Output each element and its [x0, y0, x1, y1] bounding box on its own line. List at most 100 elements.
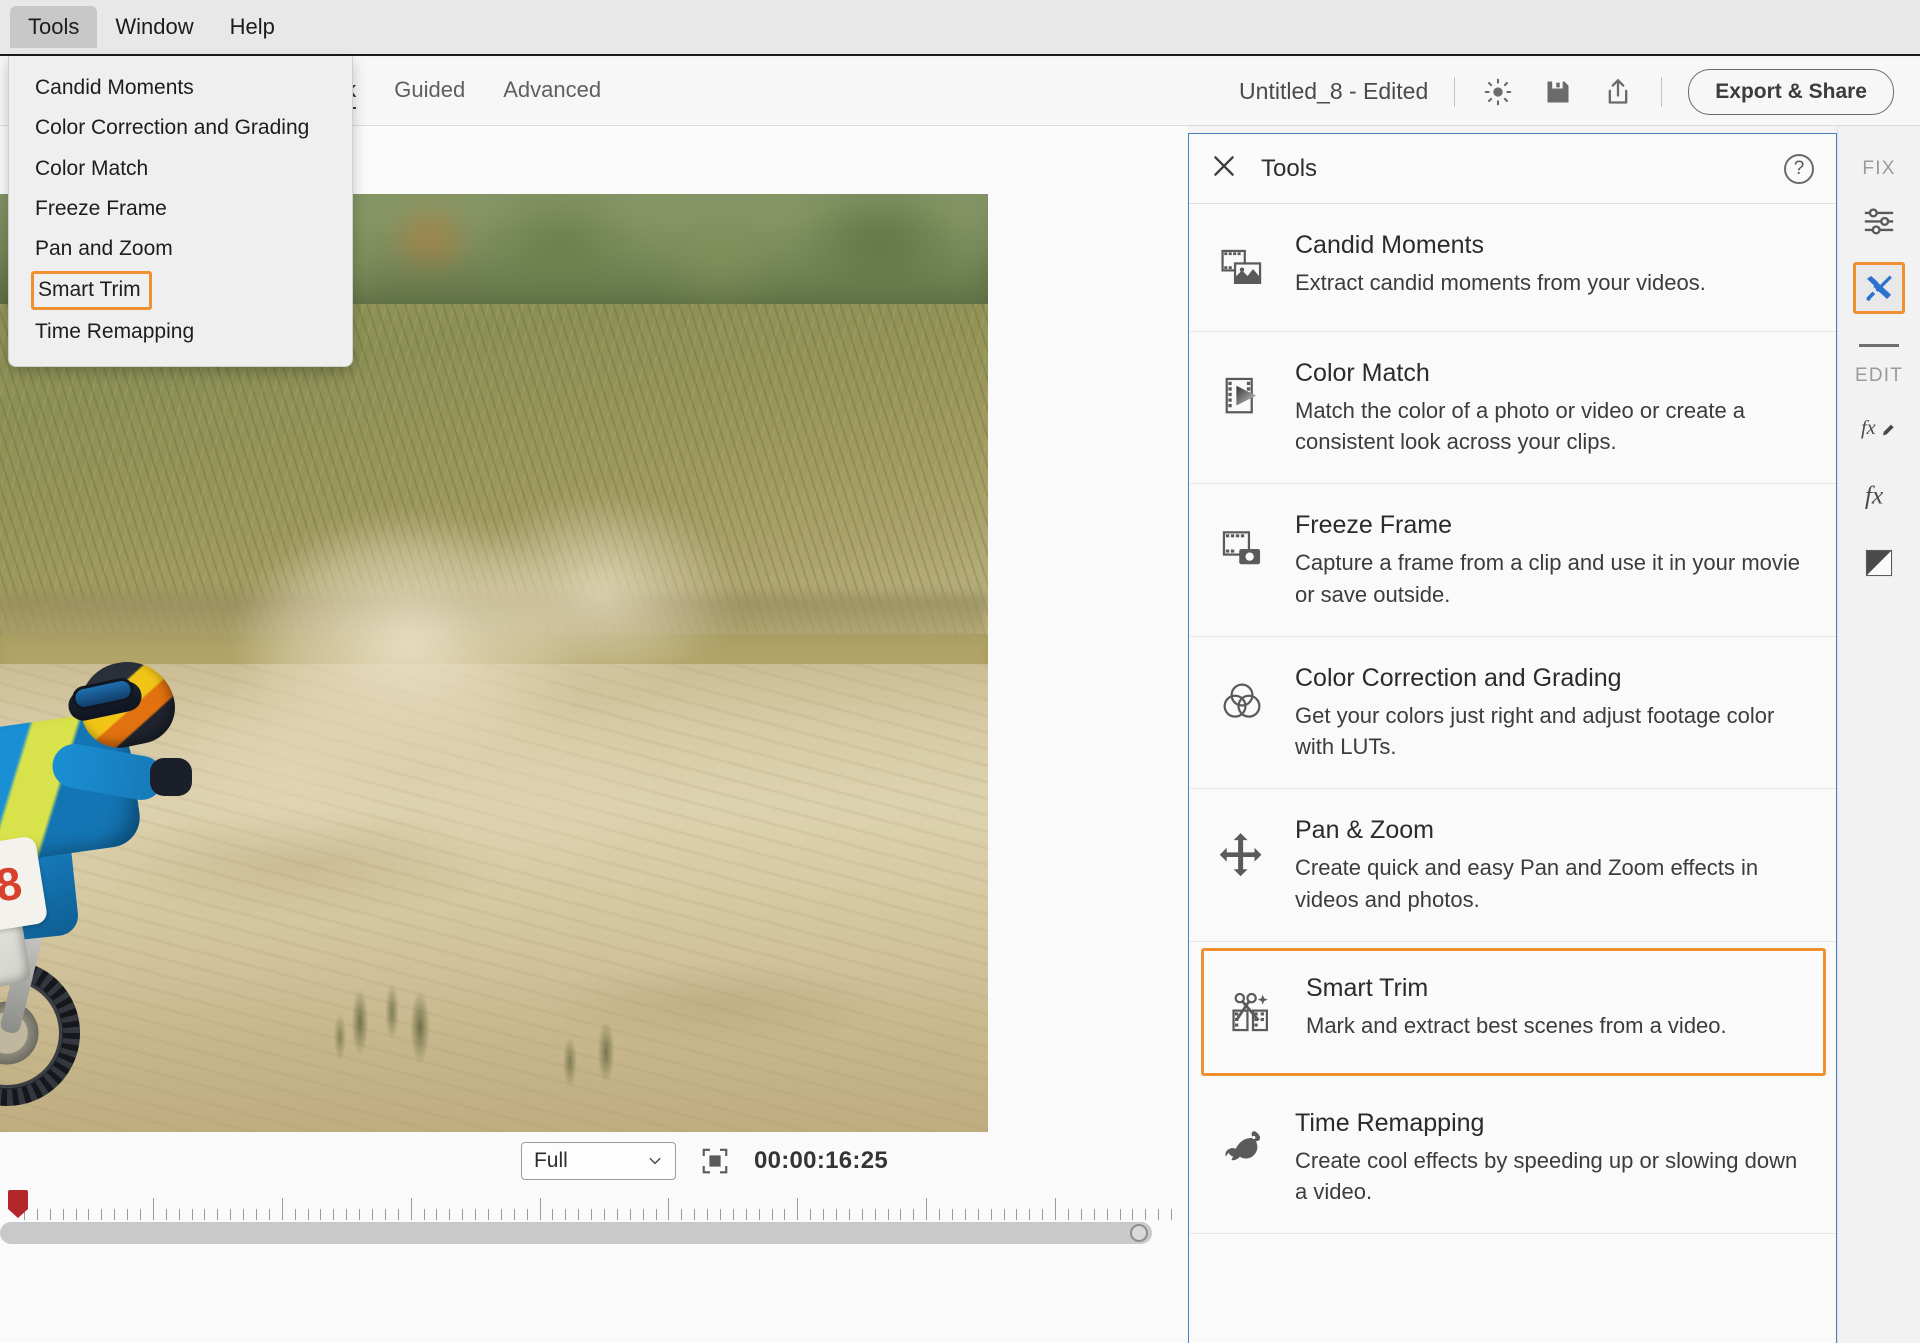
ruler-tick [694, 1209, 696, 1220]
svg-text:fx: fx [1865, 481, 1884, 510]
ruler-tick [423, 1209, 425, 1220]
playback-quality-value: Full [533, 1149, 568, 1172]
fullscreen-icon[interactable] [698, 1144, 732, 1178]
rail-section-edit-label: EDIT [1854, 365, 1904, 386]
scene-bush-1 [300, 942, 490, 1092]
transitions-icon[interactable] [1853, 537, 1905, 589]
tools-panel-title: Tools [1261, 154, 1318, 182]
time-ruler[interactable] [10, 1190, 1173, 1220]
tool-title: Candid Moments [1295, 231, 1484, 259]
tools-dropdown-menu: Candid Moments Color Correction and Grad… [8, 56, 353, 367]
ruler-tick [964, 1209, 966, 1220]
right-sidebar: FIX EDIT fx fx [1837, 126, 1920, 1343]
close-icon[interactable] [1211, 153, 1237, 184]
menu-item-candid-moments[interactable]: Candid Moments [9, 68, 352, 108]
ruler-tick [243, 1209, 245, 1220]
smart-trim-icon [1226, 985, 1280, 1039]
tab-guided[interactable]: Guided [394, 77, 465, 107]
ruler-tick [848, 1209, 850, 1220]
menu-tools[interactable]: Tools [10, 6, 98, 48]
tool-item-color-correction[interactable]: Color Correction and Grading Get your co… [1189, 637, 1836, 790]
ruler-tick [720, 1209, 721, 1220]
timeline-zoom-handle[interactable] [1130, 1224, 1148, 1242]
fx-icon[interactable]: fx [1853, 469, 1905, 521]
tool-title: Time Remapping [1295, 1108, 1485, 1137]
ruler-tick [629, 1209, 631, 1220]
chevron-down-icon [649, 1157, 661, 1165]
adjustments-icon[interactable] [1853, 194, 1905, 246]
ruler-tick [1106, 1209, 1108, 1220]
tool-title: Smart Trim [1306, 973, 1429, 1002]
ruler-tick [410, 1198, 412, 1220]
ruler-tick [475, 1209, 477, 1220]
tools-hammer-icon[interactable] [1853, 262, 1905, 314]
ruler-tick [707, 1209, 709, 1220]
tools-panel: Tools ? Candid Moments Extract candid mo… [1188, 133, 1837, 1343]
share-icon[interactable] [1601, 75, 1635, 109]
ruler-tick [1055, 1198, 1057, 1220]
ruler-tick [114, 1209, 116, 1220]
tool-item-smart-trim[interactable]: Smart Trim Mark and extract best scenes … [1201, 947, 1826, 1076]
tool-title: Color Correction and Grading [1295, 663, 1622, 692]
tool-item-color-match[interactable]: Color Match Match the color of a photo o… [1189, 332, 1836, 485]
tool-text-color-match: Color Match Match the color of a photo o… [1295, 358, 1806, 457]
menu-item-color-match[interactable]: Color Match [9, 149, 352, 189]
playback-quality-select[interactable]: Full [520, 1142, 676, 1180]
tool-item-freeze-frame[interactable]: Freeze Frame Capture a frame from a clip… [1189, 484, 1836, 637]
ruler-tick [397, 1209, 399, 1220]
tool-description: Create cool effects by speeding up or sl… [1295, 1147, 1798, 1205]
ruler-tick [990, 1209, 992, 1220]
tool-item-time-remapping[interactable]: Time Remapping Create cool effects by sp… [1189, 1082, 1836, 1235]
ruler-tick [887, 1209, 889, 1220]
sun-icon[interactable] [1481, 75, 1515, 109]
ruler-tick [578, 1209, 580, 1220]
ruler-tick [810, 1209, 812, 1220]
tool-title: Freeze Frame [1295, 511, 1452, 540]
freeze-frame-icon [1215, 522, 1269, 576]
ruler-tick [359, 1209, 361, 1220]
export-and-share-button[interactable]: Export & Share [1688, 68, 1894, 115]
menu-item-smart-trim-wrap: Smart Trim [9, 269, 352, 311]
ruler-tick [1145, 1209, 1147, 1220]
menu-item-color-correction[interactable]: Color Correction and Grading [9, 108, 352, 148]
ruler-tick [1132, 1209, 1134, 1220]
menu-window[interactable]: Window [97, 6, 211, 48]
menu-item-freeze-frame[interactable]: Freeze Frame [9, 189, 352, 229]
ruler-tick [307, 1209, 309, 1220]
ruler-tick [1171, 1209, 1173, 1220]
ruler-tick [36, 1209, 38, 1220]
ruler-tick [784, 1209, 786, 1220]
document-title: Untitled_8 - Edited [1239, 78, 1429, 104]
ruler-tick [372, 1209, 373, 1220]
menu-help[interactable]: Help [212, 6, 293, 48]
tools-panel-help-icon[interactable]: ? [1784, 153, 1814, 184]
tool-item-pan-and-zoom[interactable]: Pan & Zoom Create quick and easy Pan and… [1189, 789, 1836, 942]
pan-zoom-icon [1215, 827, 1269, 881]
ruler-tick [62, 1209, 64, 1220]
menu-item-pan-and-zoom[interactable]: Pan and Zoom [9, 229, 352, 269]
timeline-scrubber[interactable] [0, 1190, 1188, 1252]
ruler-tick [346, 1209, 348, 1220]
ruler-tick [75, 1209, 77, 1220]
tool-item-candid-moments[interactable]: Candid Moments Extract candid moments fr… [1189, 204, 1836, 332]
ruler-tick [1042, 1209, 1044, 1220]
ruler-tick [565, 1209, 567, 1220]
menu-item-time-remapping[interactable]: Time Remapping [9, 312, 352, 352]
ruler-tick [101, 1209, 103, 1220]
ruler-tick [500, 1209, 502, 1220]
ruler-tick [294, 1209, 296, 1220]
tool-title: Pan & Zoom [1295, 816, 1434, 845]
fx-edit-icon[interactable]: fx [1853, 401, 1905, 453]
ruler-tick [771, 1209, 773, 1220]
ruler-tick [836, 1209, 837, 1220]
timeline-zoom-bar[interactable] [0, 1222, 1152, 1244]
ruler-tick [230, 1209, 232, 1220]
color-correction-icon [1215, 675, 1269, 729]
ruler-tick [668, 1198, 670, 1220]
candid-moments-icon [1215, 242, 1269, 296]
menu-item-smart-trim[interactable]: Smart Trim [31, 271, 152, 310]
tab-advanced[interactable]: Advanced [503, 77, 601, 107]
ruler-tick [178, 1209, 180, 1220]
ruler-tick [204, 1209, 206, 1220]
save-icon[interactable] [1541, 75, 1575, 109]
